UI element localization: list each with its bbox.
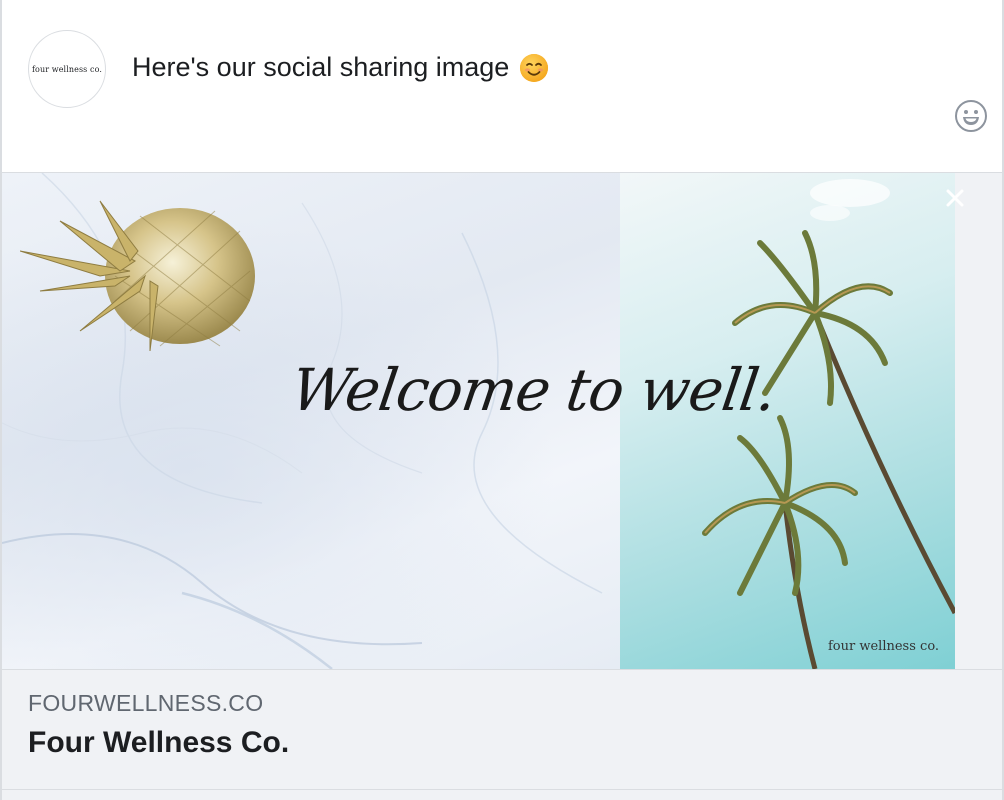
- link-title: Four Wellness Co.: [28, 726, 290, 759]
- post-text-input[interactable]: Here's our social sharing image: [132, 52, 549, 83]
- composer: four wellness co. Here's our social shar…: [2, 0, 1002, 172]
- post-composer-frame: four wellness co. Here's our social shar…: [0, 0, 1004, 800]
- avatar-label: four wellness co.: [31, 64, 103, 74]
- preview-image: Welcome to well. four wellness co.: [2, 173, 955, 669]
- preview-footer[interactable]: FOURWELLNESS.CO Four Wellness Co.: [2, 669, 1002, 790]
- close-preview-button[interactable]: [942, 185, 968, 211]
- post-text-content: Here's our social sharing image: [132, 52, 510, 82]
- smiling-face-icon: [520, 53, 549, 82]
- link-domain: FOURWELLNESS.CO: [28, 690, 264, 716]
- pineapple-ornament: [20, 200, 255, 352]
- link-preview-card[interactable]: Welcome to well. four wellness co. FOURW…: [2, 172, 1002, 800]
- avatar[interactable]: four wellness co.: [28, 30, 106, 108]
- image-headline: Welcome to well.: [287, 356, 780, 424]
- smiley-icon[interactable]: [954, 99, 988, 133]
- image-watermark: four wellness co.: [828, 639, 940, 654]
- bottom-divider: [2, 789, 1002, 790]
- close-icon[interactable]: [944, 187, 966, 209]
